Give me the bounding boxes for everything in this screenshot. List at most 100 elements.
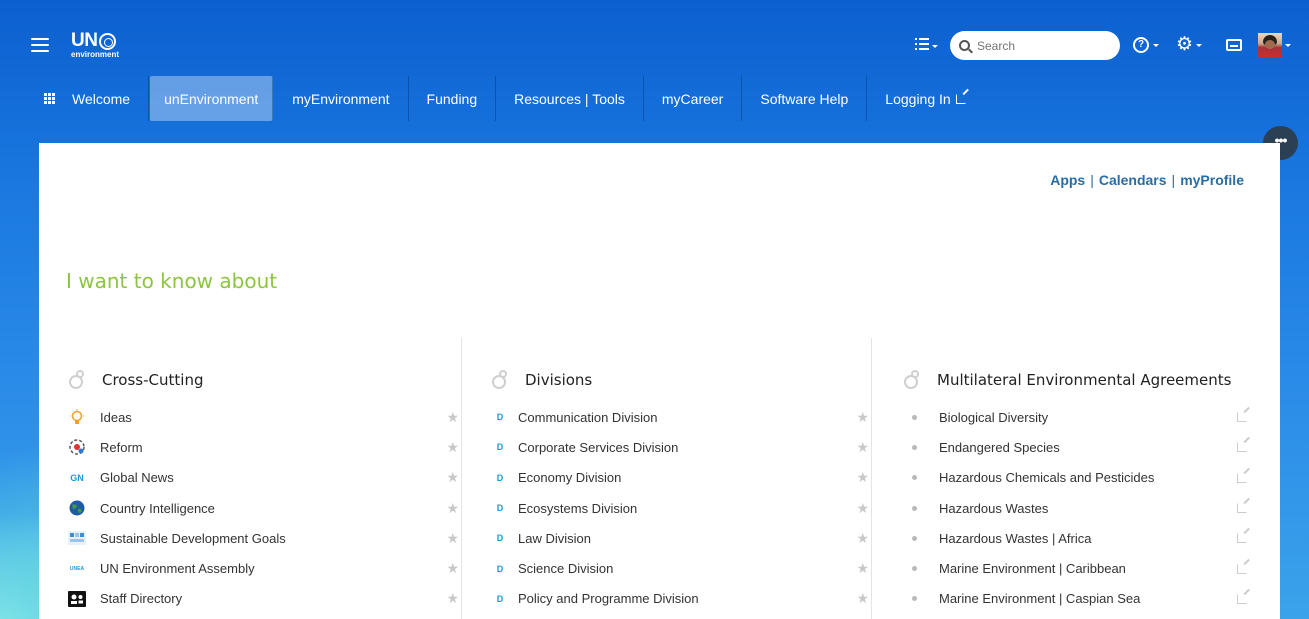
item-label: Marine Environment | Caspian Sea [939,591,1141,607]
list-item[interactable]: Marine Environment | Caribbean [902,553,1251,583]
list-item[interactable]: Sustainable Development Goals ★ [67,523,461,553]
nav-item-resources-tools[interactable]: Resources | Tools [496,76,644,121]
gear-icon[interactable]: ⚙ [1176,35,1193,54]
star-icon[interactable]: ★ [446,590,459,607]
item-label: Marine Environment | Caribbean [939,561,1126,577]
chevron-down-icon[interactable] [1196,44,1202,47]
external-link-icon [955,93,966,104]
list-item[interactable]: Biological Diversity [902,402,1251,432]
logo-text: UN [71,30,98,51]
apps-link[interactable]: Apps [1050,172,1085,188]
column-title: Cross-Cutting [102,371,204,389]
inbox-icon[interactable] [1226,39,1242,51]
external-link-icon[interactable] [1237,533,1247,544]
list-item[interactable]: Endangered Species [902,432,1251,462]
directory-icon [67,590,87,608]
cross-cutting-list: Ideas ★ Reform ★ GN Global News ★ Countr… [67,402,461,614]
list-item[interactable]: D Communication Division ★ [490,402,871,432]
item-label: Policy and Programme Division [518,591,699,607]
nav-label: Logging In [885,90,951,107]
item-label: Global News [100,470,174,486]
star-icon[interactable]: ★ [856,560,869,577]
star-icon[interactable]: ★ [446,530,459,547]
division-d-icon: D [496,412,504,423]
divisions-column: Divisions D Communication Division ★ D Corp… [461,338,871,619]
nav-item-software-help[interactable]: Software Help [742,76,868,121]
list-item[interactable]: Hazardous Wastes [902,493,1251,523]
external-link-icon[interactable] [1237,412,1247,423]
chevron-down-icon[interactable] [1285,44,1291,47]
item-label: Sustainable Development Goals [100,530,286,546]
hamburger-menu-icon[interactable] [31,38,49,52]
nav-label: Software Help [760,90,849,107]
star-icon[interactable]: ★ [856,439,869,456]
help-icon[interactable]: ? [1133,37,1149,53]
lightbulb-icon [67,408,87,426]
list-item[interactable]: Ideas ★ [67,402,461,432]
item-label: Endangered Species [939,439,1060,455]
star-icon[interactable]: ★ [856,590,869,607]
list-item[interactable]: GN Global News ★ [67,463,461,493]
avatar[interactable] [1258,33,1282,57]
globe-icon [67,499,87,517]
star-icon[interactable]: ★ [856,469,869,486]
myprofile-link[interactable]: myProfile [1180,172,1244,188]
nav-item-mycareer[interactable]: myCareer [644,76,743,121]
item-label: Country Intelligence [100,500,215,516]
un-globe-icon [99,32,117,50]
list-item[interactable]: Reform ★ [67,432,461,462]
link-separator: | [1090,172,1094,188]
list-item[interactable]: Hazardous Wastes | Africa [902,523,1251,553]
list-item[interactable]: Hazardous Chemicals and Pesticides [902,463,1251,493]
list-item[interactable]: D Policy and Programme Division ★ [490,584,871,614]
external-link-icon[interactable] [1237,442,1247,453]
column-title: Divisions [525,371,593,389]
star-icon[interactable]: ★ [446,469,459,486]
list-item[interactable]: Marine Environment | Caspian Sea [902,584,1251,614]
star-icon[interactable]: ★ [446,409,459,426]
nav-item-myenvironment[interactable]: myEnvironment [274,76,409,121]
un-environment-logo[interactable]: UN environment [71,30,119,59]
chevron-down-icon[interactable] [932,45,938,48]
nav-item-logging-in[interactable]: Logging In [867,76,983,121]
item-label: Law Division [518,530,591,546]
nav-item-welcome[interactable]: Welcome [37,76,150,121]
star-icon[interactable]: ★ [856,530,869,547]
sdg-icon [67,529,87,547]
list-item[interactable]: D Ecosystems Division ★ [490,493,871,523]
chevron-down-icon[interactable] [1153,44,1159,47]
search-box[interactable] [950,31,1120,60]
list-item[interactable]: Country Intelligence ★ [67,493,461,523]
list-item[interactable]: D Law Division ★ [490,523,871,553]
bullet-icon [912,596,917,602]
link-separator: | [1171,172,1176,188]
external-link-icon[interactable] [1237,563,1247,574]
star-icon[interactable]: ★ [856,409,869,426]
list-item[interactable]: D Economy Division ★ [490,463,871,493]
nav-label: Resources | Tools [514,90,625,107]
external-link-icon[interactable] [1237,503,1247,514]
star-icon[interactable]: ★ [446,439,459,456]
list-item[interactable]: D Corporate Services Division ★ [490,432,871,462]
reform-icon [67,438,87,456]
page-heading: I want to know about [66,269,278,293]
star-icon[interactable]: ★ [856,500,869,517]
column-header: Multilateral Environmental Agreements [902,363,1251,397]
list-item[interactable]: D Science Division ★ [490,553,871,583]
star-icon[interactable]: ★ [446,500,459,517]
link-rings-icon [492,370,514,390]
external-link-icon[interactable] [1237,472,1247,483]
calendars-link[interactable]: Calendars [1099,172,1167,188]
search-input[interactable] [977,38,1107,53]
nav-label: myEnvironment [292,90,390,107]
nav-item-funding[interactable]: Funding [409,76,497,121]
list-item[interactable]: Staff Directory ★ [67,584,461,614]
cross-cutting-column: Cross-Cutting Ideas ★ Reform ★ GN Global… [67,338,461,619]
list-item[interactable]: UNEA UN Environment Assembly ★ [67,553,461,583]
star-icon[interactable]: ★ [446,560,459,577]
item-label: Science Division [518,561,614,577]
nav-item-unenvironment[interactable]: unEnvironment [150,76,274,121]
division-d-icon: D [496,472,504,483]
external-link-icon[interactable] [1237,593,1247,604]
quick-links: Apps | Calendars | myProfile [1050,172,1244,188]
